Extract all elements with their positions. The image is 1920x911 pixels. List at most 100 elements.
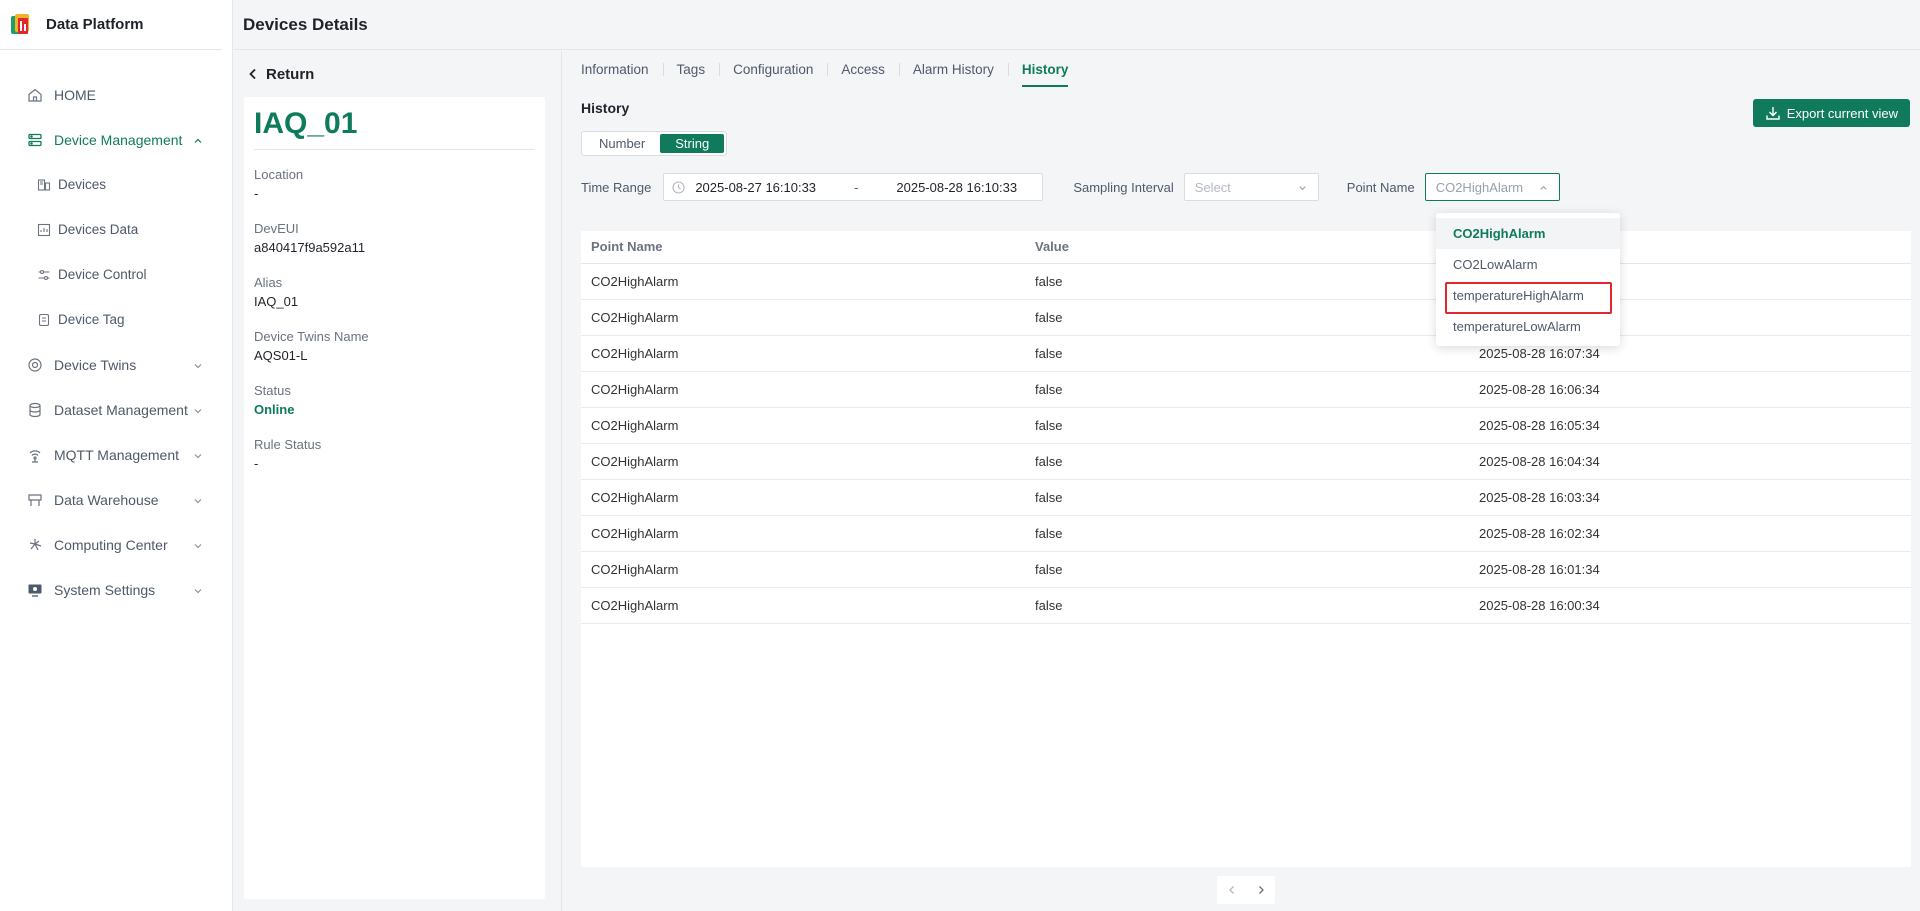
time-start[interactable]: 2025-08-27 16:10:33 <box>695 180 816 195</box>
settings-icon <box>26 581 44 599</box>
sidebar-item-label: Device Tag <box>58 312 125 327</box>
cell-value: false <box>1025 443 1469 480</box>
field-value: a840417f9a592a11 <box>254 240 366 255</box>
cell-point-name: CO2HighAlarm <box>581 551 1025 588</box>
cell-value: false <box>1025 263 1469 300</box>
history-table: Point Name Value CO2HighAlarm false CO2Hi… <box>581 231 1911 624</box>
sampling-interval-select[interactable]: Select <box>1183 173 1319 201</box>
field-deveui: DevEUI a840417f9a592a11 <box>254 220 535 258</box>
table-row: CO2HighAlarm false 2025-08-28 16:06:34 <box>581 371 1911 408</box>
chevron-left-icon <box>246 67 260 81</box>
sidebar-item-devices-data[interactable]: Devices Data <box>0 207 232 252</box>
chevron-down-icon <box>1297 182 1308 193</box>
dropdown-option-co2lowalarm[interactable]: CO2LowAlarm <box>1436 249 1620 280</box>
tab-alarm-history[interactable]: Alarm History <box>898 51 1008 87</box>
sidebar-item-device-management[interactable]: Device Management <box>0 117 232 162</box>
cell-value: false <box>1025 587 1469 624</box>
sidebar-item-devices[interactable]: Devices <box>0 162 232 207</box>
field-value: AQS01-L <box>254 348 308 363</box>
export-current-view-button[interactable]: Export current view <box>1752 99 1910 127</box>
chevron-down-icon <box>192 449 204 461</box>
sidebar: Data Platform HOME Device Management Dev… <box>0 0 233 911</box>
time-range-picker[interactable]: 2025-08-27 16:10:33 - 2025-08-28 16:10:3… <box>663 173 1044 201</box>
brand[interactable]: Data Platform <box>0 0 222 50</box>
table-row: CO2HighAlarm false 2025-08-28 16:00:34 <box>581 587 1911 624</box>
device-tag-icon <box>36 312 52 328</box>
field-value: - <box>254 456 259 471</box>
sidebar-item-dataset-management[interactable]: Dataset Management <box>0 387 232 432</box>
cell-value: false <box>1025 479 1469 516</box>
dataset-icon <box>26 401 44 419</box>
tab-tags[interactable]: Tags <box>662 51 720 87</box>
sidebar-item-mqtt-management[interactable]: MQTT Management <box>0 432 232 477</box>
sidebar-item-data-warehouse[interactable]: Data Warehouse <box>0 477 232 522</box>
dropdown-option-temperaturehighalarm[interactable]: temperatureHighAlarm <box>1436 280 1620 314</box>
dropdown-option-co2highalarm[interactable]: CO2HighAlarm <box>1436 218 1620 249</box>
table-row: CO2HighAlarm false 2025-08-28 16:03:34 <box>581 479 1911 516</box>
point-name-label: Point Name <box>1346 179 1415 195</box>
tab-access[interactable]: Access <box>827 51 899 87</box>
sidebar-item-label: Computing Center <box>54 536 168 553</box>
chevron-down-icon <box>192 404 204 416</box>
page-header: Devices Details <box>234 0 1920 50</box>
device-info-card: IAQ_01 Location - DevEUI a840417f9a592a1… <box>244 97 545 899</box>
sidebar-item-label: HOME <box>54 86 96 103</box>
point-name-dropdown: CO2HighAlarm CO2LowAlarm temperatureHigh… <box>1436 213 1620 346</box>
point-name-value: CO2HighAlarm <box>1435 179 1524 195</box>
page-title: Devices Details <box>243 14 368 34</box>
sidebar-item-device-tag[interactable]: Device Tag <box>0 297 232 342</box>
cell-time: 2025-08-28 16:01:34 <box>1469 551 1911 588</box>
device-management-icon <box>26 131 44 149</box>
sidebar-item-device-control[interactable]: Device Control <box>0 252 232 297</box>
sidebar-item-home[interactable]: HOME <box>0 72 232 117</box>
field-device-twins-name: Device Twins Name AQS01-L <box>254 328 535 366</box>
chevron-down-icon <box>192 359 204 371</box>
type-option-number[interactable]: Number <box>584 134 660 153</box>
type-option-string[interactable]: String <box>660 134 725 153</box>
chevron-down-icon <box>192 539 204 551</box>
sidebar-item-system-settings[interactable]: System Settings <box>0 567 232 612</box>
sidebar-item-device-twins[interactable]: Device Twins <box>0 342 232 387</box>
table-row: CO2HighAlarm false 2025-08-28 16:07:34 <box>581 335 1911 372</box>
sidebar-item-label: Data Warehouse <box>54 491 159 508</box>
sidebar-item-label: System Settings <box>54 581 156 598</box>
tab-information[interactable]: Information <box>581 51 663 87</box>
table-row: CO2HighAlarm false 2025-08-28 16:01:34 <box>581 551 1911 588</box>
device-control-icon <box>36 267 52 283</box>
sidebar-item-label: MQTT Management <box>54 446 180 463</box>
field-status: Status Online <box>254 382 535 420</box>
computing-icon <box>26 536 44 554</box>
next-page-button[interactable] <box>1254 883 1268 897</box>
table-header-row: Point Name Value <box>581 231 1911 264</box>
sidebar-item-computing-center[interactable]: Computing Center <box>0 522 232 567</box>
home-icon <box>26 86 44 104</box>
sidebar-item-label: Devices Data <box>58 222 139 237</box>
field-value: - <box>254 186 259 201</box>
cell-value: false <box>1025 515 1469 552</box>
status-badge: Online <box>254 402 295 417</box>
export-label: Export current view <box>1786 105 1898 121</box>
sidebar-item-label: Dataset Management <box>54 401 188 418</box>
cell-time: 2025-08-28 16:04:34 <box>1469 443 1911 480</box>
time-end[interactable]: 2025-08-28 16:10:33 <box>896 180 1017 195</box>
sidebar-item-label: Device Twins <box>54 356 137 373</box>
dropdown-option-temperaturelowalarm[interactable]: temperatureLowAlarm <box>1436 311 1620 342</box>
table-row: CO2HighAlarm false <box>581 299 1911 336</box>
tab-history[interactable]: History <box>1007 51 1083 87</box>
chevron-up-icon <box>1538 182 1549 193</box>
device-info-panel: Return IAQ_01 Location - DevEUI a840417f… <box>234 51 562 911</box>
cell-time: 2025-08-28 16:00:34 <box>1469 587 1911 624</box>
prev-page-button[interactable] <box>1225 883 1239 897</box>
cell-point-name: CO2HighAlarm <box>581 515 1025 552</box>
cell-point-name: CO2HighAlarm <box>581 407 1025 444</box>
return-button[interactable]: Return <box>246 63 314 85</box>
cell-point-name: CO2HighAlarm <box>581 299 1025 336</box>
sidebar-item-label: Device Control <box>58 267 147 282</box>
cell-point-name: CO2HighAlarm <box>581 443 1025 480</box>
return-label: Return <box>266 65 315 83</box>
tab-configuration[interactable]: Configuration <box>719 51 827 87</box>
table-row: CO2HighAlarm false 2025-08-28 16:05:34 <box>581 407 1911 444</box>
field-alias: Alias IAQ_01 <box>254 274 535 312</box>
column-header-point-name: Point Name <box>581 231 1025 264</box>
point-name-select[interactable]: CO2HighAlarm <box>1424 173 1560 201</box>
